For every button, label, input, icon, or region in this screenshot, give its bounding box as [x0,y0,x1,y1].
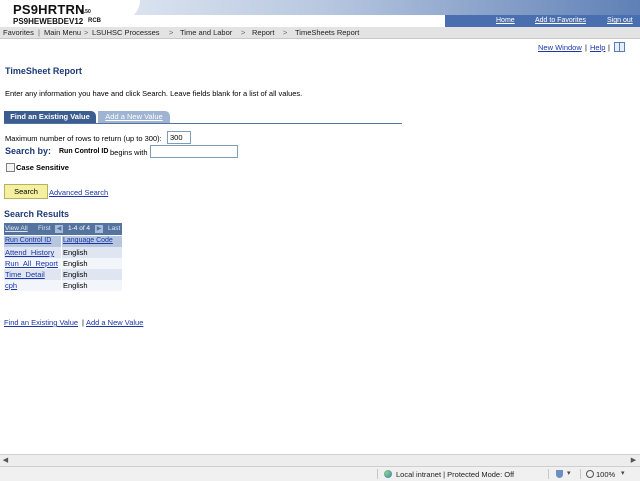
breadcrumb-favorites[interactable]: Favorites [3,28,34,37]
row-range: 1-4 of 4 [68,225,91,232]
security-zone-text: Local intranet | Protected Mode: Off [396,470,515,479]
tab-add-new-value[interactable]: Add a New Value [98,111,170,123]
footer-find-existing-link[interactable]: Find an Existing Value [4,318,78,327]
chevron-down-icon[interactable]: ▾ [567,469,571,477]
breadcrumb-time-and-labor[interactable]: Time and Labor [180,28,232,37]
globe-icon [384,470,392,478]
header-curve [100,0,140,27]
link-separator: | [585,43,587,52]
breadcrumb-separator: | [38,28,40,37]
first-label: First [38,225,51,232]
grid-header: Run Control ID Language Code [4,235,122,247]
column-language-code[interactable]: Language Code [63,237,113,244]
search-by-label: Search by: [5,146,52,156]
language-code-cell: English [63,259,88,268]
table-row: cph English [4,280,122,291]
column-divider [61,258,62,269]
breadcrumb-main-menu[interactable]: Main Menu [44,28,81,37]
sign-out-link[interactable]: Sign out [607,17,633,24]
grid-navigation: View All First ◀ 1-4 of 4 ▶ Last [4,223,122,235]
case-sensitive-checkbox[interactable] [6,163,15,172]
breadcrumb-separator: > [84,28,89,37]
horizontal-scrollbar[interactable]: ◀ ▶ [0,454,640,466]
chevron-down-icon[interactable]: ▾ [621,469,625,477]
table-row: Attend_History English [4,247,122,258]
run-control-id-input[interactable] [150,145,238,158]
home-link[interactable]: Home [496,17,515,24]
footer-add-new-link[interactable]: Add a New Value [86,318,143,327]
user-id: RCB [88,18,101,24]
database-name: PS9HEWEBDEV12 [13,17,84,26]
tab-underline [4,123,402,124]
run-control-id-cell[interactable]: cph [5,281,17,290]
run-control-id-cell[interactable]: Time_Detail [5,270,45,279]
previous-arrow-icon[interactable]: ◀ [55,225,63,233]
column-divider [61,269,62,280]
next-arrow-icon[interactable]: ▶ [95,225,103,233]
search-results-title: Search Results [4,209,70,219]
table-row: Run_All_Report English [4,258,122,269]
add-to-favorites-link[interactable]: Add to Favorites [535,17,586,24]
case-sensitive-label: Case Sensitive [16,163,69,172]
breadcrumb: Favorites | Main Menu > LSUHSC Processes… [0,27,640,39]
view-all-link[interactable]: View All [5,225,28,232]
status-divider [377,469,378,479]
language-code-cell: English [63,270,88,279]
language-code-cell: English [63,248,88,257]
run-control-id-cell[interactable]: Run_All_Report [5,259,58,268]
table-row: Time_Detail English [4,269,122,280]
max-rows-input[interactable]: 300 [167,131,191,144]
results-grid: View All First ◀ 1-4 of 4 ▶ Last Run Con… [4,223,122,291]
scroll-right-icon[interactable]: ▶ [629,456,638,465]
customize-page-icon[interactable] [614,42,625,52]
zoom-icon[interactable] [586,470,594,478]
max-rows-label: Maximum number of rows to return (up to … [5,134,162,143]
language-code-cell: English [63,281,88,290]
column-divider [61,247,62,258]
run-control-id-cell[interactable]: Attend_History [5,248,54,257]
operator-text: begins with [110,148,148,157]
breadcrumb-separator: > [169,28,174,37]
tab-find-existing-value[interactable]: Find an Existing Value [4,111,96,123]
breadcrumb-separator: > [241,28,246,37]
search-button[interactable]: Search [4,184,48,199]
status-divider [580,469,581,479]
new-window-link[interactable]: New Window [538,43,582,52]
status-bar: Local intranet | Protected Mode: Off ▾ 1… [0,466,640,481]
link-separator: | [82,318,84,327]
link-separator: | [608,43,610,52]
page-title: TimeSheet Report [5,66,82,76]
header-links: Home Add to Favorites Sign out [445,15,640,27]
scroll-left-icon[interactable]: ◀ [1,456,10,465]
zoom-level[interactable]: 100% [596,470,615,479]
breadcrumb-lsuhsc-processes[interactable]: LSUHSC Processes [92,28,160,37]
column-divider [61,280,62,291]
protected-mode-icon[interactable] [556,470,563,478]
breadcrumb-report[interactable]: Report [252,28,275,37]
instructions-text: Enter any information you have and click… [5,89,303,98]
last-label: Last [108,225,121,232]
help-link[interactable]: Help [590,43,605,52]
advanced-search-link[interactable]: Advanced Search [49,188,108,197]
column-divider [61,236,62,247]
app-version: 8.50 [81,9,91,15]
app-header: PS9HRTRN 8.50 PS9HEWEBDEV12 RCB Home Add… [0,0,640,27]
app-title: PS9HRTRN [13,2,85,17]
breadcrumb-timesheets-report[interactable]: TimeSheets Report [295,28,359,37]
run-control-id-label: Run Control ID [59,148,109,155]
header-banner [110,0,640,15]
breadcrumb-separator: > [283,28,288,37]
status-divider [548,469,549,479]
column-run-control-id[interactable]: Run Control ID [5,237,51,244]
